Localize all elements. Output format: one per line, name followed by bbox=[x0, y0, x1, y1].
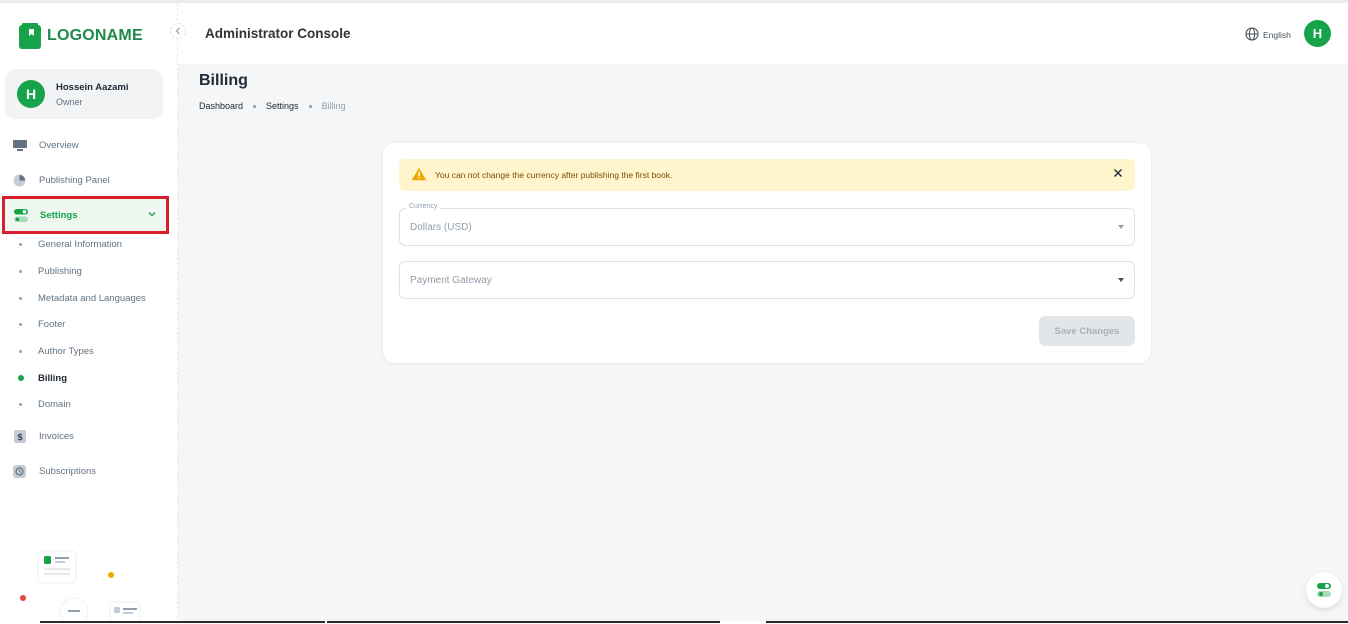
breadcrumb: Dashboard Settings Billing bbox=[199, 101, 346, 111]
sidebar-subitem-publishing[interactable]: Publishing bbox=[0, 260, 178, 282]
dashboard-gauge-icon bbox=[12, 174, 27, 187]
invoice-dollar-icon: $ bbox=[12, 429, 27, 443]
sidebar: LOGONAME H Hossein Aazami Owner Overview… bbox=[0, 3, 178, 624]
language-selector[interactable]: English bbox=[1245, 27, 1291, 43]
sidebar-item-label: Publishing Panel bbox=[39, 174, 110, 186]
sidebar-item-label: Overview bbox=[39, 139, 79, 151]
warning-icon bbox=[411, 167, 427, 183]
logo[interactable]: LOGONAME bbox=[19, 23, 143, 49]
breadcrumb-dashboard[interactable]: Dashboard bbox=[199, 101, 243, 111]
sidebar-item-subscriptions[interactable]: Subscriptions bbox=[0, 456, 178, 486]
avatar: H bbox=[17, 80, 45, 108]
payment-gateway-placeholder: Payment Gateway bbox=[410, 275, 492, 286]
currency-select[interactable]: Currency Dollars (USD) bbox=[399, 203, 1135, 246]
language-label: English bbox=[1263, 30, 1291, 40]
console-title: Administrator Console bbox=[205, 26, 351, 41]
sidebar-item-settings[interactable]: Settings bbox=[2, 196, 169, 234]
account-avatar[interactable]: H bbox=[1304, 20, 1331, 47]
svg-text:$: $ bbox=[17, 433, 23, 443]
logo-text: LOGONAME bbox=[47, 27, 143, 44]
chevron-down-icon bbox=[148, 209, 156, 219]
user-role: Owner bbox=[56, 96, 83, 107]
sidebar-subitem-label: Metadata and Languages bbox=[38, 292, 146, 304]
sidebar-subitem-label: Publishing bbox=[38, 265, 82, 277]
sidebar-subitem-label: General Information bbox=[38, 238, 122, 250]
sidebar-subitem-label: Author Types bbox=[38, 345, 94, 357]
close-icon[interactable] bbox=[1113, 168, 1123, 180]
payment-gateway-select[interactable]: Payment Gateway bbox=[399, 261, 1135, 299]
collapse-sidebar-button[interactable] bbox=[170, 23, 186, 39]
sidebar-subitem-footer[interactable]: Footer bbox=[0, 313, 178, 335]
page-title: Billing bbox=[199, 72, 248, 89]
settings-fab-button[interactable] bbox=[1306, 572, 1342, 608]
alert-message: You can not change the currency after pu… bbox=[435, 170, 673, 180]
toggle-settings-icon bbox=[13, 208, 28, 222]
sidebar-subitem-domain[interactable]: Domain bbox=[0, 393, 178, 415]
breadcrumb-settings[interactable]: Settings bbox=[266, 101, 299, 111]
bullet-dot bbox=[19, 402, 22, 406]
sidebar-subitem-billing[interactable]: Billing bbox=[0, 367, 178, 389]
globe-icon bbox=[1245, 27, 1259, 43]
sidebar-subitem-label: Domain bbox=[38, 398, 71, 410]
save-changes-button[interactable]: Save Changes bbox=[1039, 316, 1135, 346]
dropdown-caret-icon bbox=[1118, 225, 1124, 229]
toggle-settings-icon bbox=[1317, 583, 1331, 597]
bullet-dot bbox=[19, 296, 22, 300]
user-card[interactable]: H Hossein Aazami Owner bbox=[5, 69, 163, 119]
sidebar-item-label: Settings bbox=[40, 209, 78, 221]
currency-value: Dollars (USD) bbox=[410, 222, 472, 233]
breadcrumb-separator bbox=[308, 104, 312, 108]
dropdown-caret-icon bbox=[1118, 278, 1124, 282]
sidebar-item-label: Subscriptions bbox=[39, 465, 97, 477]
sidebar-illustration bbox=[14, 548, 164, 624]
currency-label: Currency bbox=[406, 203, 441, 210]
bullet-dot bbox=[19, 322, 22, 326]
book-logo-icon bbox=[19, 23, 41, 49]
breadcrumb-billing: Billing bbox=[321, 101, 346, 111]
billing-card: You can not change the currency after pu… bbox=[383, 143, 1151, 363]
currency-warning-alert: You can not change the currency after pu… bbox=[399, 159, 1135, 191]
bullet-dot bbox=[19, 242, 22, 246]
active-bullet-dot bbox=[18, 375, 24, 381]
sidebar-subitem-label: Footer bbox=[38, 318, 66, 330]
sidebar-subitem-author-types[interactable]: Author Types bbox=[0, 340, 178, 362]
breadcrumb-separator bbox=[253, 104, 257, 108]
monitor-icon bbox=[12, 139, 27, 152]
sidebar-subitem-label: Billing bbox=[38, 372, 68, 384]
sidebar-subitem-general-information[interactable]: General Information bbox=[0, 233, 178, 255]
sidebar-item-overview[interactable]: Overview bbox=[0, 130, 178, 160]
chevron-left-icon bbox=[175, 27, 180, 35]
user-name: Hossein Aazami bbox=[56, 81, 129, 93]
sidebar-subitem-metadata-languages[interactable]: Metadata and Languages bbox=[0, 287, 178, 309]
bullet-dot bbox=[19, 349, 22, 353]
sidebar-item-label: Invoices bbox=[39, 430, 74, 442]
sidebar-item-invoices[interactable]: $ Invoices bbox=[0, 421, 178, 451]
top-header: Administrator Console English H bbox=[178, 3, 1348, 64]
bullet-dot bbox=[19, 269, 22, 273]
subscription-icon bbox=[12, 464, 27, 478]
sidebar-item-publishing-panel[interactable]: Publishing Panel bbox=[0, 165, 178, 195]
